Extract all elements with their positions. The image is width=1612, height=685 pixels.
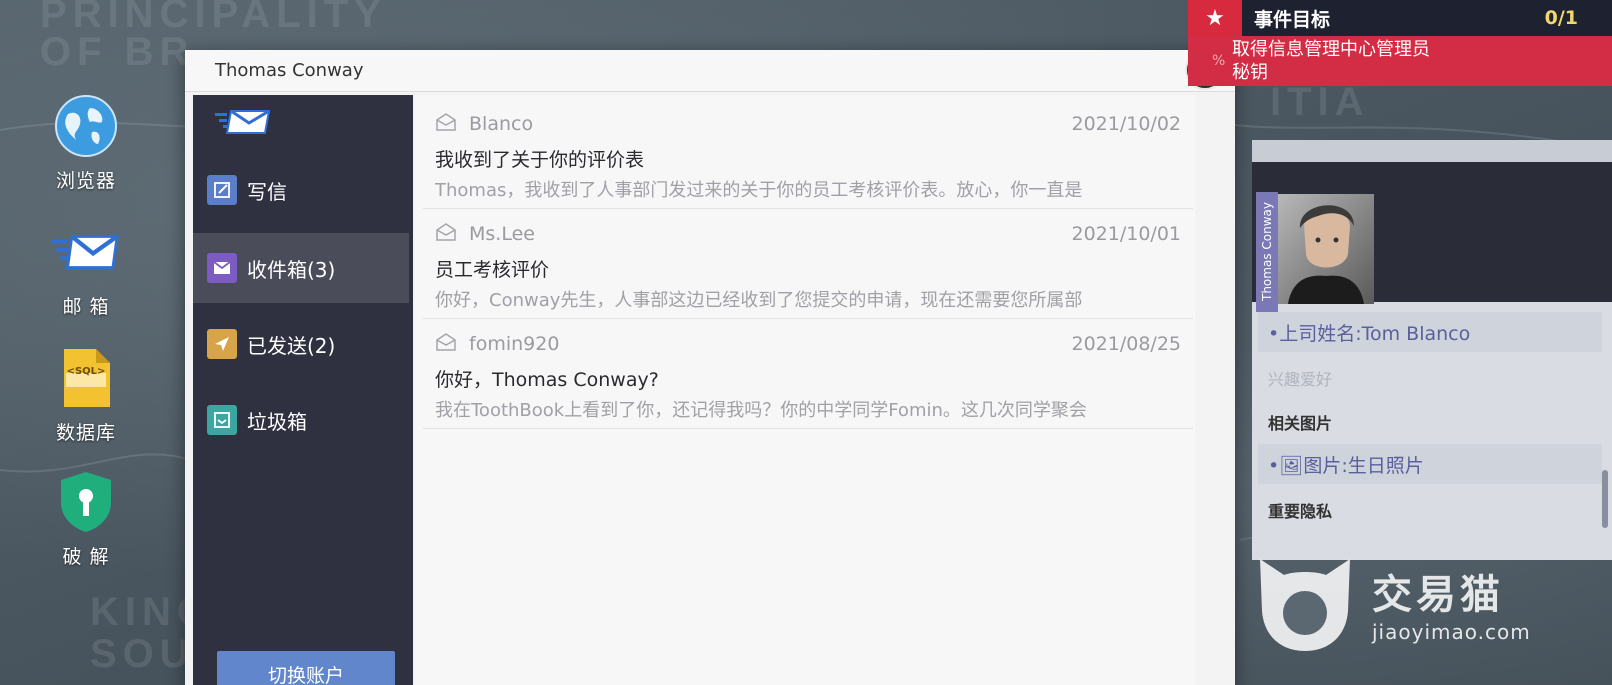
desktop-icon-label: 浏览器 [55,170,116,192]
desktop-icon-browser[interactable]: 浏览器 [36,92,136,193]
sql-badge: <SQL> [66,366,106,377]
watermark: 交易猫 jiaoyimao.com [1250,548,1590,658]
hobby-label: 兴趣爱好 [1268,370,1333,389]
trash-icon [207,405,237,435]
privacy-label: 重要隐私 [1268,502,1333,521]
related-images-label: 相关图片 [1268,414,1333,433]
objective-title: 事件目标 [1254,8,1331,31]
objective-body: % 取得信息管理中心管理员 秘钥 [1188,36,1612,86]
nav-label: 已发送(2) [247,333,336,358]
message-row[interactable]: fomin920 2021/08/25 你好，Thomas Conway? 我在… [423,319,1193,429]
message-row[interactable]: Ms.Lee 2021/10/01 员工考核评价 你好，Conway先生，人事部… [423,209,1193,319]
switch-account-button[interactable]: 切换账户 [217,651,395,685]
message-date: 2021/10/02 [1071,113,1181,135]
objective-header: ★ 事件目标 0/1 [1188,0,1612,36]
star-icon: ★ [1188,0,1242,36]
nav-inbox[interactable]: 收件箱(3) [193,233,409,303]
desktop-icon-mail[interactable]: 邮 箱 [36,218,136,319]
envelope-icon [435,223,457,245]
mail-sidebar: 写信 收件箱(3) 已发送(2) 垃圾箱 切换账户 [193,95,413,685]
objective-count: 0/1 [1544,7,1578,29]
message-sender: Ms.Lee [469,223,535,245]
message-preview: 我在ToothBook上看到了你，还记得我吗？你的中学同学Fomin。这几次同学… [435,400,1087,421]
inbox-icon [207,253,237,283]
nav-trash[interactable]: 垃圾箱 [193,385,409,455]
objective-panel: ★ 事件目标 0/1 % 取得信息管理中心管理员 秘钥 [1188,0,1612,90]
message-date: 2021/08/25 [1071,333,1181,355]
profile-top-band [1252,140,1612,162]
objective-text-line1: 取得信息管理中心管理员 [1232,39,1430,60]
sent-icon [207,329,237,359]
map-label: OF BR [40,30,195,74]
cat-logo-icon [1260,559,1350,651]
message-sender: fomin920 [469,333,560,355]
mail-window: Thomas Conway 写信 收件箱(3) 已发送(2) 垃圾箱 切换账户 … [185,50,1235,685]
message-date: 2021/10/01 [1071,223,1181,245]
image-link-birthday[interactable]: •🖼图片:生日照片 [1258,444,1602,484]
message-row[interactable]: Blanco 2021/10/02 我收到了关于你的评价表 Thomas，我收到… [423,99,1193,209]
watermark-en: jiaoyimao.com [1372,620,1531,644]
nav-label: 收件箱(3) [247,257,336,282]
envelope-icon [435,333,457,355]
message-sender: Blanco [469,113,534,135]
message-preview: Thomas，我收到了人事部门发过来的关于你的员工考核评价表。放心，你一直是 [435,180,1083,201]
supervisor-field: •上司姓名:Tom Blanco [1258,312,1602,352]
message-subject: 员工考核评价 [435,259,550,281]
window-title: Thomas Conway [185,50,1235,92]
nav-sent[interactable]: 已发送(2) [193,309,409,379]
nav-label: 写信 [247,179,287,204]
compose-icon [207,175,237,205]
desktop-icon-label: 数据库 [55,422,116,444]
envelope-icon [52,218,120,286]
profile-scrollbar[interactable] [1602,470,1608,528]
nav-label: 垃圾箱 [247,409,307,434]
desktop-icon-label: 邮 箱 [62,296,110,318]
desktop-icon-crack[interactable]: 破 解 [36,468,136,569]
profile-name-tag: Thomas Conway [1256,192,1278,312]
objective-text-line2: 秘钥 [1232,62,1268,83]
sql-file-icon [52,344,120,412]
globe-icon [52,92,120,160]
desktop-icon-label: 破 解 [62,546,110,568]
profile-photo-area: Thomas Conway [1252,162,1612,312]
message-subject: 我收到了关于你的评价表 [435,149,645,171]
desktop-icon-database[interactable]: <SQL> 数据库 [36,344,136,445]
portrait-image [1278,194,1374,308]
message-preview: 你好，Conway先生，人事部这边已经收到了您提交的申请，现在还需要您所属部 [435,290,1083,311]
envelope-icon [435,113,457,135]
mail-logo-icon [215,109,271,139]
objective-pct: % [1212,53,1226,69]
message-list: Blanco 2021/10/02 我收到了关于你的评价表 Thomas，我收到… [415,95,1195,685]
profile-panel: Thomas Conway •上司姓名:Tom Blanco 兴趣爱好 相关图片… [1252,140,1612,560]
message-subject: 你好，Thomas Conway? [435,369,659,391]
watermark-cn: 交易猫 [1372,572,1504,618]
shield-key-icon [52,468,120,536]
nav-compose[interactable]: 写信 [193,155,409,225]
